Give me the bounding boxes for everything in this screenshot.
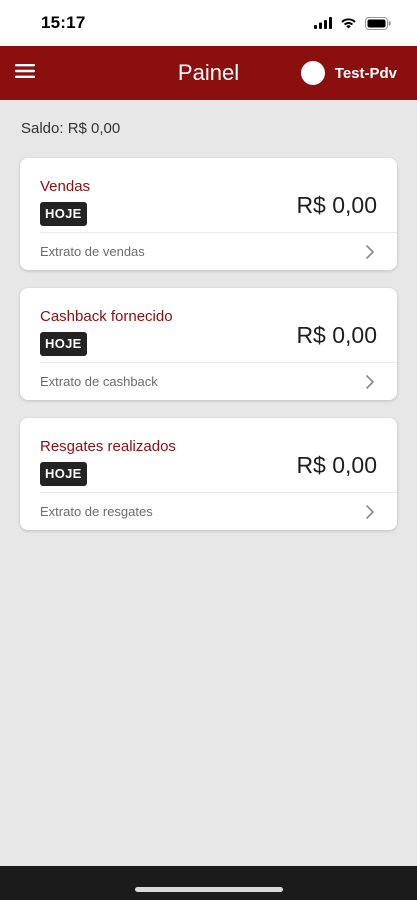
link-label: Extrato de vendas xyxy=(40,244,145,259)
card-summary: Resgates realizados HOJE R$ 0,00 xyxy=(20,418,397,492)
chevron-right-icon xyxy=(365,244,375,260)
card-value: R$ 0,00 xyxy=(296,322,377,348)
period-badge: HOJE xyxy=(40,202,87,226)
app-screen: 15:17 Painel Test-Pdv Saldo: R$ 0,00 Ven… xyxy=(0,0,417,900)
card-resgates: Resgates realizados HOJE R$ 0,00 Extrato… xyxy=(20,418,397,530)
extrato-resgates-link[interactable]: Extrato de resgates xyxy=(20,493,397,530)
app-bar: Painel Test-Pdv xyxy=(0,46,417,100)
user-name: Test-Pdv xyxy=(334,64,397,82)
user-menu[interactable]: Test-Pdv xyxy=(300,61,397,85)
chevron-right-icon xyxy=(365,374,375,390)
card-summary: Cashback fornecido HOJE R$ 0,00 xyxy=(20,288,397,362)
card-value: R$ 0,00 xyxy=(296,192,377,218)
hamburger-menu-icon xyxy=(15,63,35,83)
extrato-vendas-link[interactable]: Extrato de vendas xyxy=(20,233,397,270)
battery-icon xyxy=(365,16,391,30)
avatar xyxy=(300,61,325,85)
card-cashback: Cashback fornecido HOJE R$ 0,00 Extrato … xyxy=(20,288,397,400)
card-title: Vendas xyxy=(40,178,91,195)
cellular-signal-icon xyxy=(314,17,332,29)
link-label: Extrato de cashback xyxy=(40,374,158,389)
card-vendas: Vendas HOJE R$ 0,00 Extrato de vendas xyxy=(20,158,397,270)
link-label: Extrato de resgates xyxy=(40,504,153,519)
period-badge: HOJE xyxy=(40,462,87,486)
period-badge: HOJE xyxy=(40,332,87,356)
saldo-label: Saldo: R$ 0,00 xyxy=(21,120,121,137)
card-title: Resgates realizados xyxy=(40,438,176,455)
home-indicator[interactable] xyxy=(135,887,283,892)
status-icons xyxy=(314,16,391,30)
extrato-cashback-link[interactable]: Extrato de cashback xyxy=(20,363,397,400)
bottom-bar xyxy=(0,866,417,900)
chevron-right-icon xyxy=(365,504,375,520)
status-time: 15:17 xyxy=(41,13,86,32)
card-title: Cashback fornecido xyxy=(40,308,173,325)
card-value: R$ 0,00 xyxy=(296,452,377,478)
wifi-icon xyxy=(340,17,357,29)
status-bar: 15:17 xyxy=(0,0,417,46)
card-summary: Vendas HOJE R$ 0,00 xyxy=(20,158,397,232)
menu-button[interactable] xyxy=(10,58,40,88)
